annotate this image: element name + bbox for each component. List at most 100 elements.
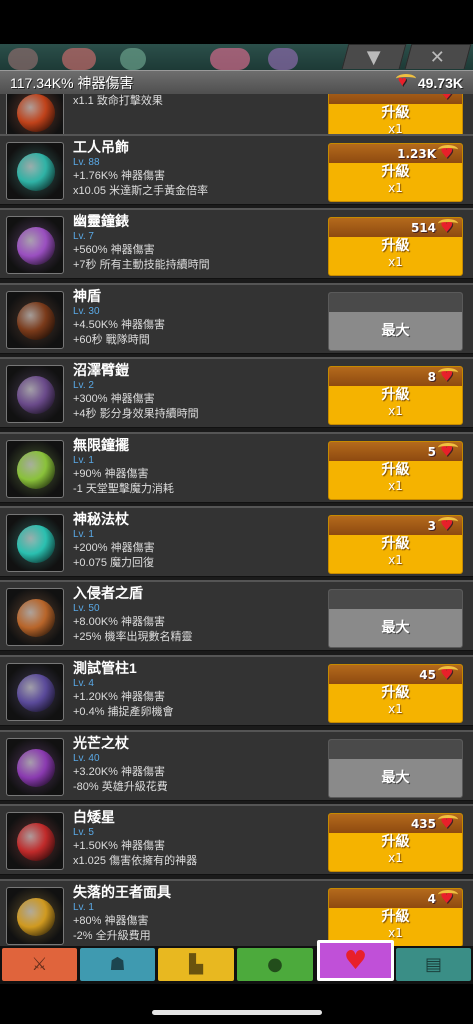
artifact-row: 白矮星 Lv. 5 +1.50K% 神器傷害 x1.025 傷害依擁有的神器 4…	[0, 804, 473, 875]
upgrade-multiplier: x1	[388, 851, 403, 865]
artifact-effect-secondary: +7秒 所有主動技能持續時間	[73, 259, 210, 271]
artifact-level: Lv. 1	[73, 902, 94, 913]
artifact-level: Lv. 30	[73, 306, 100, 317]
artifact-row: 測試管柱1 Lv. 4 +1.20K% 神器傷害 +0.4% 捕捉產卵機會 45…	[0, 655, 473, 726]
upgrade-label: 升級	[381, 164, 410, 180]
gauntlet-icon[interactable]	[6, 663, 64, 721]
pendant-icon[interactable]	[6, 142, 64, 200]
artifact-effect-primary: +1.20K% 神器傷害	[73, 691, 166, 703]
cost-value: 3	[427, 518, 436, 533]
hammer-icon[interactable]	[6, 812, 64, 870]
gauntlet-icon[interactable]	[6, 365, 64, 423]
bottom-tab-bar: ⚔ ☗ ▙ ● ♥ ▤	[0, 940, 473, 984]
artifact-list[interactable]: +20% 神器傷害 x1.1 致命打擊效果 升級 x1 工人吊飾 Lv. 88 …	[0, 94, 473, 946]
mask-icon[interactable]	[6, 887, 64, 945]
sword-icon: ⚔	[31, 954, 48, 975]
tab-sword[interactable]: ⚔	[2, 948, 77, 981]
artifact-effect-primary: +8.00K% 神器傷害	[73, 616, 166, 628]
staff-icon[interactable]	[6, 514, 64, 572]
tab-artifacts[interactable]: ♥	[317, 940, 394, 981]
upgrade-label: 升級	[381, 238, 410, 254]
upgrade-label: 升級	[381, 834, 410, 850]
round-shield-icon[interactable]	[6, 588, 64, 646]
cost-value: 45	[419, 667, 436, 682]
max-label: 最大	[381, 770, 410, 786]
chevron-down-icon: ▼	[366, 46, 381, 68]
artifact-effect-secondary: x1.1 致命打擊效果	[73, 95, 163, 107]
upgrade-cost	[329, 293, 462, 312]
artifact-level: Lv. 40	[73, 753, 100, 764]
artifact-effect-primary: +80% 神器傷害	[73, 915, 149, 927]
cost-value: 4	[427, 891, 436, 906]
upgrade-button[interactable]: 8 升級 x1	[328, 366, 463, 425]
artifact-name: 入侵者之盾	[73, 585, 143, 601]
upgrade-button[interactable]: 5 升級 x1	[328, 441, 463, 500]
artifact-effect-secondary: -2% 全升級費用	[73, 930, 151, 942]
artifact-row: 失落的王者面具 Lv. 1 +80% 神器傷害 -2% 全升級費用 4 升級 x…	[0, 879, 473, 946]
upgrade-multiplier: x1	[388, 181, 403, 195]
relic-icon	[438, 889, 458, 907]
artifact-level: Lv. 7	[73, 231, 94, 242]
upgrade-label: 升級	[381, 387, 410, 403]
tab-heroes[interactable]: ☗	[80, 948, 155, 981]
shield-icon[interactable]	[6, 291, 64, 349]
relic-icon	[440, 94, 456, 103]
artifact-name: 神盾	[73, 288, 101, 304]
close-button[interactable]: ✕	[404, 44, 472, 69]
heart-icon: ♥	[343, 945, 368, 976]
artifact-info: 神盾 Lv. 30 +4.50K% 神器傷害 +60秒 戰隊時間	[73, 287, 165, 348]
relic-count: 49.73K	[417, 75, 463, 91]
upgrade-label: 升級	[381, 462, 410, 478]
total-artifact-damage: 117.34K% 神器傷害	[10, 75, 134, 91]
upgrade-cost: 45	[329, 665, 462, 684]
upgrade-multiplier: x1	[388, 479, 403, 493]
upgrade-cost	[329, 94, 462, 104]
cost-value: 5	[427, 444, 436, 459]
artifact-effect-secondary: x10.05 米達斯之手黃金倍率	[73, 185, 209, 197]
upgrade-button[interactable]: 1.23K 升級 x1	[328, 143, 463, 202]
collapse-button[interactable]: ▼	[341, 44, 407, 69]
artifact-info: +20% 神器傷害 x1.1 致命打擊效果	[73, 94, 163, 109]
relic-icon	[438, 516, 458, 534]
artifact-header: 117.34K% 神器傷害 49.73K	[0, 70, 473, 95]
artifact-row: 光芒之杖 Lv. 40 +3.20K% 神器傷害 -80% 英雄升級花費 最大	[0, 730, 473, 801]
artifact-info: 白矮星 Lv. 5 +1.50K% 神器傷害 x1.025 傷害依擁有的神器	[73, 808, 197, 869]
upgrade-label: 升級	[381, 536, 410, 552]
artifact-effect-primary: +200% 神器傷害	[73, 542, 155, 554]
artifact-effect-primary: +1.50K% 神器傷害	[73, 840, 166, 852]
tab-pets[interactable]: ●	[237, 948, 313, 981]
shirt-icon: ▙	[189, 954, 203, 975]
upgrade-button[interactable]: 514 升級 x1	[328, 217, 463, 276]
artifact-row: 入侵者之盾 Lv. 50 +8.00K% 神器傷害 +25% 機率出現數名精靈 …	[0, 580, 473, 651]
upgrade-cost: 4	[329, 889, 462, 908]
pendulum-icon[interactable]	[6, 440, 64, 498]
relic-icon	[395, 73, 416, 90]
artifact-effect-secondary: -80% 英雄升級花費	[73, 781, 168, 793]
tab-shop[interactable]: ▤	[396, 948, 471, 981]
upgrade-button[interactable]: 435 升級 x1	[328, 813, 463, 872]
artifact-effect-secondary: +4秒 影分身效果持續時間	[73, 408, 199, 420]
artifact-level: Lv. 4	[73, 678, 94, 689]
artifact-name: 工人吊飾	[73, 139, 129, 155]
artifact-row: 神秘法杖 Lv. 1 +200% 神器傷害 +0.075 魔力回復 3 升級 x…	[0, 506, 473, 577]
artifact-effect-primary: +4.50K% 神器傷害	[73, 319, 166, 331]
tab-equipment[interactable]: ▙	[158, 948, 234, 981]
artifact-level: Lv. 50	[73, 603, 100, 614]
relic-currency: 49.73K	[395, 73, 473, 91]
pet-icon: ●	[267, 954, 283, 975]
artifact-info: 幽靈鐘錶 Lv. 7 +560% 神器傷害 +7秒 所有主動技能持續時間	[73, 212, 210, 273]
artifact-effect-primary: +1.76K% 神器傷害	[73, 170, 166, 182]
upgrade-multiplier: x1	[388, 702, 403, 716]
swirl-staff-icon[interactable]	[6, 738, 64, 796]
artifact-name: 無限鐘擺	[73, 437, 129, 453]
upgrade-button[interactable]: 45 升級 x1	[328, 664, 463, 723]
artifact-level: Lv. 1	[73, 529, 94, 540]
upgrade-button[interactable]: 4 升級 x1	[328, 888, 463, 946]
upgrade-label: 升級	[381, 909, 410, 925]
clock-icon[interactable]	[6, 216, 64, 274]
artifact-info: 無限鐘擺 Lv. 1 +90% 神器傷害 -1 天堂聖擊魔力消耗	[73, 436, 174, 497]
upgrade-button[interactable]: 3 升級 x1	[328, 515, 463, 574]
artifact-info: 神秘法杖 Lv. 1 +200% 神器傷害 +0.075 魔力回復	[73, 510, 155, 571]
cost-value: 1.23K	[397, 146, 436, 161]
home-indicator[interactable]	[152, 1010, 322, 1015]
